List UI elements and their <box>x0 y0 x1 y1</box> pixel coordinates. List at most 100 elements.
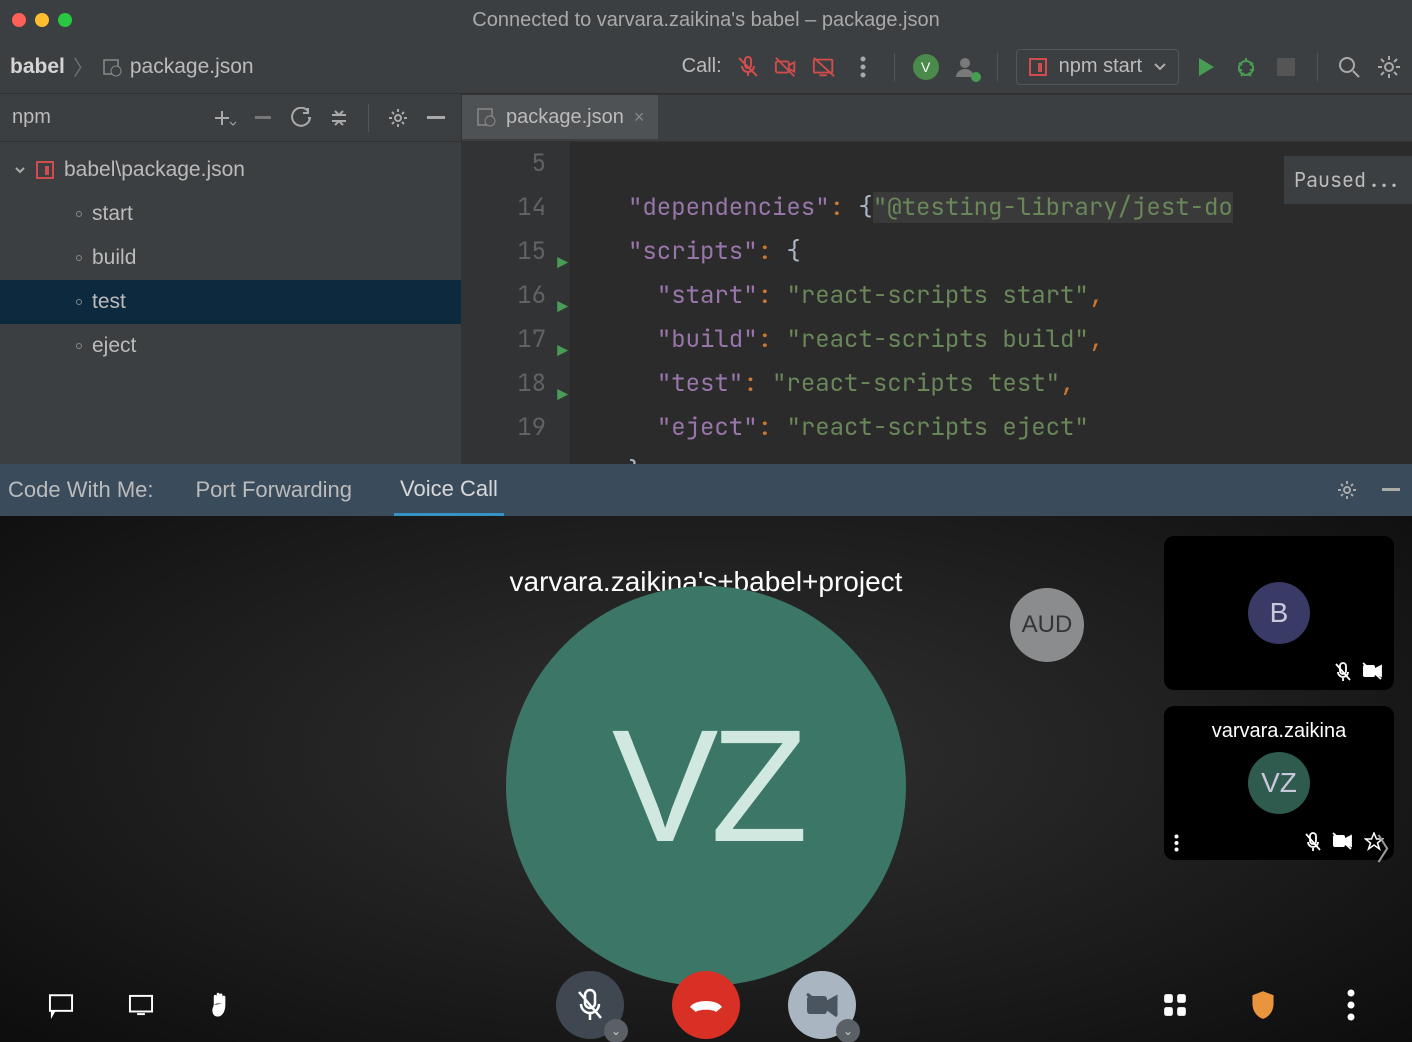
bullet-icon <box>76 299 82 305</box>
gutter-line[interactable]: 16▶ <box>462 274 546 318</box>
cwm-tab-port-forwarding[interactable]: Port Forwarding <box>190 464 359 516</box>
thumbnail-menu-icon[interactable] <box>1174 834 1179 852</box>
grid-view-icon[interactable] <box>1162 992 1188 1018</box>
npm-script-eject[interactable]: eject <box>0 324 461 368</box>
run-gutter-icon[interactable]: ▶ <box>557 242 568 286</box>
json-file-icon <box>476 107 496 127</box>
debug-button[interactable] <box>1233 54 1259 80</box>
cwm-hide-icon[interactable] <box>1378 477 1404 503</box>
thumbnail-name: varvara.zaikina <box>1164 720 1394 743</box>
settings-icon[interactable] <box>1376 54 1402 80</box>
bullet-icon <box>76 343 82 349</box>
dropdown-icon <box>1154 63 1166 71</box>
toggle-microphone-button[interactable]: ⌄ <box>556 971 624 1039</box>
main-participant-avatar: VZ <box>506 586 906 986</box>
user-avatar[interactable]: V <box>913 54 939 80</box>
npm-tool-window: npm babel\package.json start build test eje… <box>0 94 462 464</box>
more-options-icon[interactable] <box>1338 992 1364 1018</box>
thumbnail-avatar: VZ <box>1248 752 1310 814</box>
npm-panel-header: npm <box>0 94 461 142</box>
gutter-line[interactable]: 15▶ <box>462 230 546 274</box>
npm-script-label: eject <box>92 334 136 358</box>
run-gutter-icon[interactable]: ▶ <box>557 286 568 330</box>
security-icon[interactable] <box>1250 992 1276 1018</box>
mic-off-icon <box>1334 662 1352 682</box>
hide-panel-icon[interactable] <box>423 105 449 131</box>
camera-options-icon[interactable]: ⌄ <box>836 1019 860 1042</box>
call-more-icon[interactable] <box>850 54 876 80</box>
run-gutter-icon[interactable]: ▶ <box>557 374 568 418</box>
breadcrumb[interactable]: babel 〉 package.json <box>10 52 254 82</box>
chat-icon[interactable] <box>48 992 74 1018</box>
participant-thumbnail[interactable]: varvara.zaikina VZ <box>1164 706 1394 860</box>
paused-indicator: Paused... <box>1284 156 1412 204</box>
run-button[interactable] <box>1193 54 1219 80</box>
npm-script-start[interactable]: start <box>0 192 461 236</box>
editor-tabs: package.json × <box>462 94 1412 142</box>
code-with-me-tabs: Code With Me: Port Forwarding Voice Call <box>0 464 1412 516</box>
run-configuration-selector[interactable]: npm start <box>1016 49 1179 85</box>
npm-file-icon <box>102 57 122 77</box>
npm-script-label: test <box>92 290 126 314</box>
participant-thumbnails: Bvarvara.zaikina VZ <box>1164 536 1394 860</box>
toggle-camera-button[interactable]: ⌄ <box>788 971 856 1039</box>
npm-script-build[interactable]: build <box>0 236 461 280</box>
collapse-icon[interactable] <box>326 105 352 131</box>
close-window-button[interactable] <box>12 13 26 27</box>
bullet-icon <box>76 211 82 217</box>
npm-root-label: babel\package.json <box>64 158 245 182</box>
microphone-off-icon[interactable] <box>736 55 760 79</box>
end-call-button[interactable] <box>672 971 740 1039</box>
screen-share-off-icon[interactable] <box>812 55 836 79</box>
toolbar-divider <box>997 53 998 81</box>
video-controls: ⌄ ⌄ <box>0 992 1412 1018</box>
gutter-line[interactable]: 14 <box>462 186 546 230</box>
audience-badge[interactable]: AUD <box>1010 588 1084 662</box>
npm-tree-root[interactable]: babel\package.json <box>0 148 461 192</box>
participant-thumbnail[interactable]: B <box>1164 536 1394 690</box>
cwm-title: Code With Me: <box>8 477 154 503</box>
raise-hand-icon[interactable] <box>208 992 234 1018</box>
run-gutter-icon[interactable]: ▶ <box>557 330 568 374</box>
breadcrumb-project[interactable]: babel <box>10 55 65 79</box>
mic-off-icon <box>1304 832 1322 852</box>
editor-tab[interactable]: package.json × <box>462 95 658 141</box>
minimize-window-button[interactable] <box>35 13 49 27</box>
camera-off-icon <box>1362 662 1384 682</box>
gutter-line[interactable]: 19 <box>462 406 546 450</box>
gutter-line[interactable]: 17▶ <box>462 318 546 362</box>
chevron-down-icon <box>14 164 26 176</box>
search-icon[interactable] <box>1336 54 1362 80</box>
npm-script-test[interactable]: test <box>0 280 461 324</box>
voice-call-panel: varvara.zaikina's+babel+project VZ AUD B… <box>0 516 1412 1042</box>
editor-body[interactable]: 51415▶16▶17▶18▶19 "dependencies": {"@tes… <box>462 142 1412 464</box>
add-user-icon[interactable] <box>953 54 979 80</box>
gutter-line[interactable]: 5 <box>462 142 546 186</box>
editor-gutter[interactable]: 51415▶16▶17▶18▶19 <box>462 142 570 464</box>
remove-icon[interactable] <box>250 105 276 131</box>
screen-icon[interactable] <box>128 992 154 1018</box>
panel-settings-icon[interactable] <box>385 105 411 131</box>
cwm-settings-icon[interactable] <box>1334 477 1360 503</box>
gutter-line[interactable]: 18▶ <box>462 362 546 406</box>
npm-script-label: build <box>92 246 136 270</box>
add-icon[interactable] <box>212 105 238 131</box>
mic-options-icon[interactable]: ⌄ <box>604 1019 628 1042</box>
fullscreen-window-button[interactable] <box>58 13 72 27</box>
breadcrumb-file[interactable]: package.json <box>130 55 254 79</box>
close-tab-icon[interactable]: × <box>634 107 645 128</box>
breadcrumb-separator: 〉 <box>73 52 94 82</box>
toolbar-divider <box>894 53 895 81</box>
call-label: Call: <box>682 55 722 78</box>
bullet-icon <box>76 255 82 261</box>
title-bar: Connected to varvara.zaikina's babel – p… <box>0 0 1412 40</box>
main-avatar-initials: VZ <box>612 694 800 878</box>
thumbnail-avatar: B <box>1248 582 1310 644</box>
next-thumbnail-icon[interactable]: 〉 <box>1376 825 1406 869</box>
editor: package.json × 51415▶16▶17▶18▶19 "depend… <box>462 94 1412 464</box>
window-title: Connected to varvara.zaikina's babel – p… <box>472 9 939 32</box>
camera-off-icon[interactable] <box>774 55 798 79</box>
refresh-icon[interactable] <box>288 105 314 131</box>
cwm-tab-voice-call[interactable]: Voice Call <box>394 464 504 516</box>
editor-code[interactable]: "dependencies": {"@testing-library/jest-… <box>570 142 1412 464</box>
